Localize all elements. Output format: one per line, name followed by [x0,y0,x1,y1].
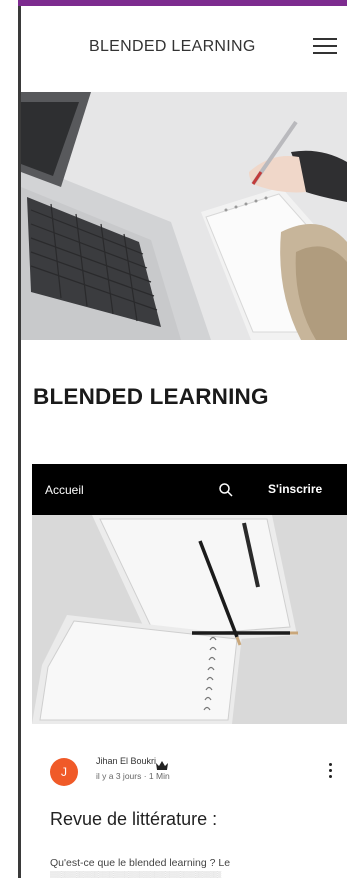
nav-home-link[interactable]: Accueil [45,483,84,497]
post-cover-illustration [32,515,347,724]
page-frame: BLENDED LEARNING BLENDED LEARNING Accuei… [0,0,347,878]
site-header: BLENDED LEARNING [21,6,347,92]
blog-nav-bar: Accueil S'inscrire [32,464,347,515]
site-title[interactable]: BLENDED LEARNING [89,38,256,56]
author-avatar[interactable]: J [50,758,78,786]
post-excerpt: Qu'est-ce que le blended learning ? Le [50,857,231,869]
post-excerpt-overflow: ▒▒▒▒▒▒▒▒▒▒▒▒▒▒▒▒▒▒▒▒▒▒▒ [50,871,222,878]
crown-icon [156,757,168,770]
post-title[interactable]: Revue de littérature : [50,809,217,830]
hero-illustration [21,92,347,340]
post-meta: il y a 3 jours · 1 Min [96,771,170,781]
hamburger-icon[interactable] [313,35,337,57]
hero-image [21,92,347,340]
page-heading: BLENDED LEARNING [33,384,269,409]
more-vertical-icon[interactable] [327,762,335,778]
blog-widget: Accueil S'inscrire J Jihan El Boukri il … [32,464,347,878]
post-cover-image[interactable] [32,515,347,724]
search-icon[interactable] [218,482,234,498]
author-name[interactable]: Jihan El Boukri [96,756,156,766]
signup-button[interactable]: S'inscrire [268,482,322,496]
